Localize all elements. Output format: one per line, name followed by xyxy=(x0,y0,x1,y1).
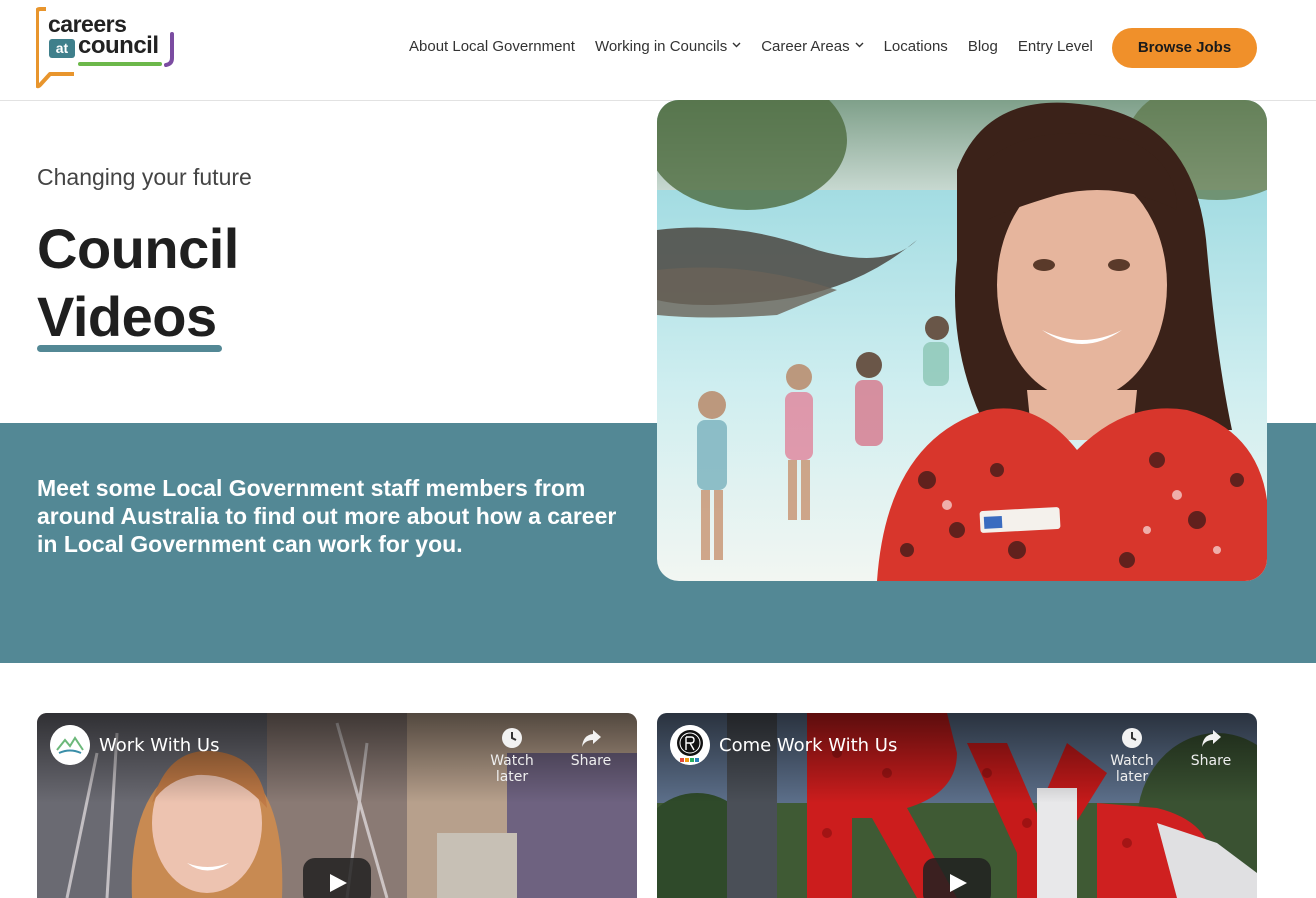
watch-later-label: Watch later xyxy=(490,753,534,785)
share-arrow-icon xyxy=(1202,730,1221,747)
nav-item-career-areas[interactable]: Career Areas xyxy=(761,38,864,55)
clock-icon xyxy=(502,728,522,748)
nav-item-label: Working in Councils xyxy=(594,38,728,55)
page-title-line-1: Council xyxy=(37,217,239,280)
nav-item-label: Locations xyxy=(883,38,948,55)
logo-word-at: at xyxy=(49,39,75,58)
share-button[interactable]: Share xyxy=(553,727,629,769)
play-button[interactable] xyxy=(923,858,991,898)
nav-item-entry-level[interactable]: Entry Level xyxy=(1018,38,1093,55)
hero-intro-text: Meet some Local Government staff members… xyxy=(37,475,617,557)
nav-item-label: Entry Level xyxy=(1017,38,1093,55)
hero-photo-staff-member-at-lagoon xyxy=(657,100,1267,581)
play-button[interactable] xyxy=(303,858,371,898)
ryde-logo-icon xyxy=(670,725,710,765)
mountain-logo-icon xyxy=(50,725,90,765)
video-title[interactable]: Work With Us xyxy=(99,735,219,756)
hero-photo-illustration xyxy=(657,100,1267,581)
nav-item-label: Career Areas xyxy=(761,38,850,55)
watch-later-label: Watch later xyxy=(1110,753,1154,785)
page-title: Council Videos xyxy=(37,215,239,351)
watch-later-button[interactable]: Watch later xyxy=(1094,727,1170,785)
share-arrow-icon xyxy=(582,730,601,747)
share-label: Share xyxy=(1190,753,1232,769)
title-underline-decoration xyxy=(37,345,222,352)
nav-item-about-local-government[interactable]: About Local Government xyxy=(409,38,575,55)
hero-eyebrow: Changing your future xyxy=(37,164,252,190)
nav-item-label: Blog xyxy=(967,38,998,55)
chevron-down-icon xyxy=(855,40,864,51)
channel-avatar[interactable] xyxy=(50,725,90,765)
nav-item-label: About Local Government xyxy=(409,38,575,55)
watch-later-button[interactable]: Watch later xyxy=(474,727,550,785)
video-title[interactable]: Come Work With Us xyxy=(719,735,897,756)
logo-word-council: council xyxy=(78,32,159,59)
browse-jobs-button[interactable]: Browse Jobs xyxy=(1112,28,1257,68)
video-player-come-work-with-us[interactable]: Come Work With Us Watch later Share xyxy=(657,713,1257,898)
nav-item-working-in-councils[interactable]: Working in Councils xyxy=(595,38,741,55)
site-header: careers at council About Local Governmen… xyxy=(0,0,1316,101)
nav-item-locations[interactable]: Locations xyxy=(884,38,948,55)
clock-icon xyxy=(1122,728,1142,748)
nav-item-blog[interactable]: Blog xyxy=(968,38,998,55)
channel-avatar[interactable] xyxy=(670,725,710,765)
video-player-work-with-us[interactable]: Work With Us Watch later Share xyxy=(37,713,637,898)
page-title-line-2: Videos xyxy=(37,285,217,348)
main-nav: About Local Government Working in Counci… xyxy=(409,38,1113,55)
careers-at-council-logo[interactable]: careers at council xyxy=(36,6,178,90)
share-label: Share xyxy=(570,753,612,769)
share-button[interactable]: Share xyxy=(1173,727,1249,769)
chevron-down-icon xyxy=(732,40,741,51)
